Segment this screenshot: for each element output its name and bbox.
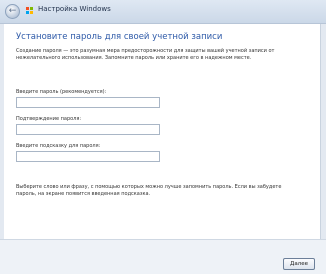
hint-explanation: Выберите слово или фразу, с помощью кото… bbox=[16, 184, 282, 197]
confirm-password-input[interactable] bbox=[16, 124, 160, 135]
password-hint-label: Введите подсказку для пароля: bbox=[16, 143, 101, 149]
password-input[interactable] bbox=[16, 97, 160, 108]
content-panel: Установите пароль для своей учетной запи… bbox=[4, 24, 321, 239]
password-label: Введите пароль (рекомендуется): bbox=[16, 89, 107, 95]
password-hint-input[interactable] bbox=[16, 151, 160, 162]
setup-window: ← Настройка Windows Установите пароль дл… bbox=[0, 0, 326, 274]
windows-logo-icon bbox=[26, 7, 34, 15]
next-button[interactable]: Далее bbox=[283, 258, 315, 270]
confirm-password-label: Подтверждение пароля: bbox=[16, 116, 82, 122]
page-heading: Установите пароль для своей учетной запи… bbox=[16, 32, 223, 42]
page-description: Создание пароля — это разумная мера пред… bbox=[16, 48, 275, 61]
window-title: Настройка Windows bbox=[38, 5, 111, 13]
title-bar: ← Настройка Windows bbox=[0, 0, 326, 24]
back-arrow-icon: ← bbox=[8, 6, 17, 16]
back-button[interactable]: ← bbox=[5, 4, 20, 19]
footer-bar: Далее bbox=[0, 239, 326, 274]
